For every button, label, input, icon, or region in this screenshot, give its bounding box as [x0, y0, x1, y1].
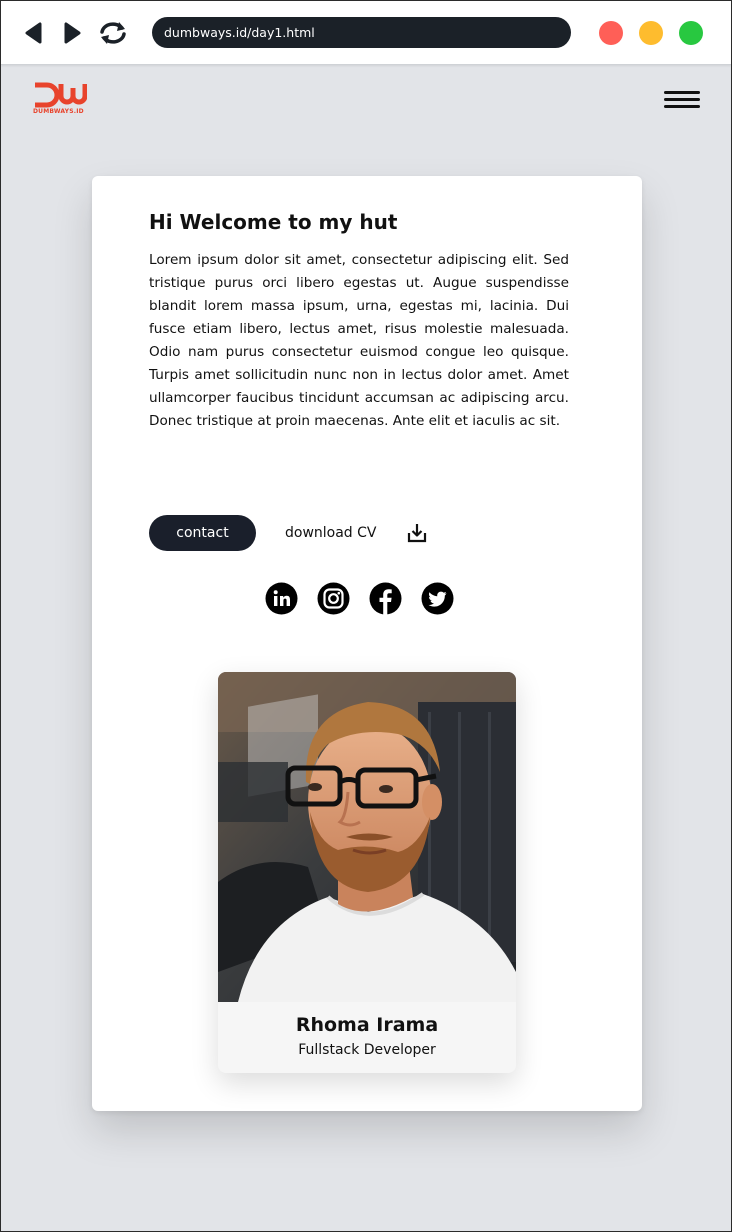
maximize-window-button[interactable] — [679, 21, 703, 45]
dumbways-logo[interactable]: DUMBWAYS.ID — [33, 82, 87, 118]
back-arrow-icon[interactable] — [19, 19, 47, 47]
hamburger-menu-icon[interactable] — [664, 91, 700, 111]
download-cv-link[interactable]: download CV — [285, 525, 377, 541]
linkedin-icon[interactable] — [265, 582, 298, 615]
logo-text: DUMBWAYS.ID — [33, 108, 84, 115]
download-icon[interactable] — [406, 522, 428, 544]
contact-button[interactable]: contact — [149, 515, 256, 551]
reload-icon[interactable] — [97, 19, 129, 47]
browser-toolbar: dumbways.id/day1.html — [1, 1, 731, 65]
page-title: Hi Welcome to my hut — [149, 210, 398, 234]
profile-photo — [218, 672, 516, 1002]
minimize-window-button[interactable] — [639, 21, 663, 45]
profile-card: Rhoma Irama Fullstack Developer — [218, 672, 516, 1073]
twitter-icon[interactable] — [421, 582, 454, 615]
close-window-button[interactable] — [599, 21, 623, 45]
forward-arrow-icon[interactable] — [59, 19, 87, 47]
facebook-icon[interactable] — [369, 582, 402, 615]
profile-role: Fullstack Developer — [298, 1042, 436, 1058]
browser-window: dumbways.id/day1.html DUMBWAYS.ID Hi Wel… — [0, 0, 732, 1232]
profile-name: Rhoma Irama — [295, 1014, 439, 1036]
intro-card: Hi Welcome to my hut Lorem ipsum dolor s… — [92, 176, 642, 1111]
instagram-icon[interactable] — [317, 582, 350, 615]
intro-paragraph: Lorem ipsum dolor sit amet, consectetur … — [149, 252, 569, 429]
address-bar[interactable]: dumbways.id/day1.html — [152, 17, 571, 48]
